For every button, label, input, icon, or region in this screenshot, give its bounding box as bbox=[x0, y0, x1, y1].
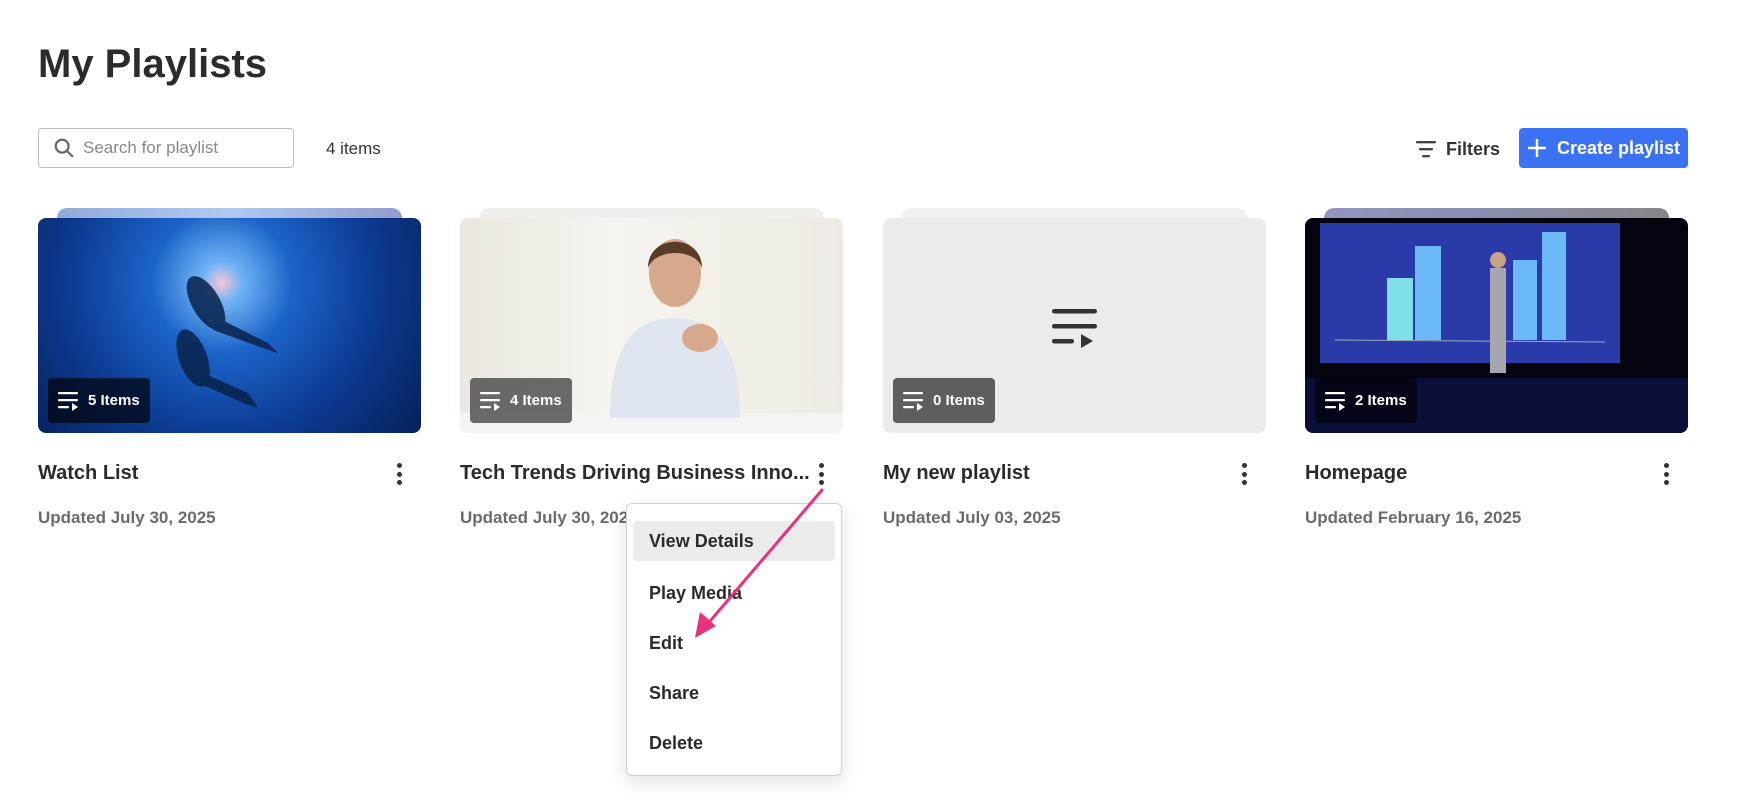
playlist-updated: Updated July 30, 2025 bbox=[460, 508, 638, 527]
filters-label: Filters bbox=[1446, 138, 1501, 159]
search-box[interactable] bbox=[38, 128, 294, 168]
menu-item-edit[interactable]: Edit bbox=[633, 618, 835, 668]
item-count-label: 5 Items bbox=[88, 392, 140, 409]
plus-icon bbox=[1527, 139, 1546, 157]
playlist-thumbnail[interactable]: 4 Items bbox=[460, 218, 843, 433]
playlist-icon bbox=[1325, 391, 1345, 411]
search-icon bbox=[54, 138, 74, 158]
menu-item-play-media[interactable]: Play Media bbox=[633, 568, 835, 618]
create-playlist-label: Create playlist bbox=[1556, 137, 1681, 158]
playlist-placeholder-icon bbox=[1052, 309, 1097, 348]
item-count-badge: 4 Items bbox=[470, 378, 572, 423]
more-options-icon[interactable] bbox=[1656, 461, 1676, 487]
menu-item-share[interactable]: Share bbox=[633, 668, 835, 718]
filters-button[interactable]: Filters bbox=[1416, 132, 1500, 166]
playlist-updated: Updated July 03, 2025 bbox=[883, 508, 1061, 527]
context-menu: View Details Play Media Edit Share Delet… bbox=[626, 503, 842, 776]
playlist-updated: Updated February 16, 2025 bbox=[1305, 508, 1522, 527]
playlist-title[interactable]: Watch List bbox=[38, 462, 138, 485]
playlist-icon bbox=[480, 391, 500, 411]
playlist-title[interactable]: Tech Trends Driving Business Inno... bbox=[460, 462, 810, 485]
item-count-label: 4 Items bbox=[510, 392, 562, 409]
more-options-icon[interactable] bbox=[1234, 461, 1254, 487]
playlist-title[interactable]: Homepage bbox=[1305, 462, 1407, 485]
playlist-thumbnail[interactable]: 0 Items bbox=[883, 218, 1266, 433]
search-input[interactable] bbox=[83, 138, 273, 158]
playlist-icon bbox=[58, 391, 78, 411]
filter-icon bbox=[1416, 141, 1436, 158]
item-count-badge: 2 Items bbox=[1315, 378, 1417, 423]
item-count-badge: 5 Items bbox=[48, 378, 150, 423]
playlist-thumbnail[interactable]: 2 Items bbox=[1305, 218, 1688, 433]
item-count: 4 items bbox=[326, 139, 381, 158]
item-count-label: 0 Items bbox=[933, 392, 985, 409]
playlist-updated: Updated July 30, 2025 bbox=[38, 508, 216, 527]
menu-item-delete[interactable]: Delete bbox=[633, 718, 835, 768]
item-count-badge: 0 Items bbox=[893, 378, 995, 423]
playlist-thumbnail[interactable]: 5 Items bbox=[38, 218, 421, 433]
menu-item-view-details[interactable]: View Details bbox=[633, 521, 835, 561]
more-options-icon[interactable] bbox=[389, 461, 409, 487]
playlist-title[interactable]: My new playlist bbox=[883, 462, 1030, 485]
item-count-label: 2 Items bbox=[1355, 392, 1407, 409]
create-playlist-button[interactable]: Create playlist bbox=[1519, 128, 1688, 168]
playlist-icon bbox=[903, 391, 923, 411]
page-title: My Playlists bbox=[38, 42, 268, 86]
more-options-icon[interactable] bbox=[811, 461, 831, 487]
